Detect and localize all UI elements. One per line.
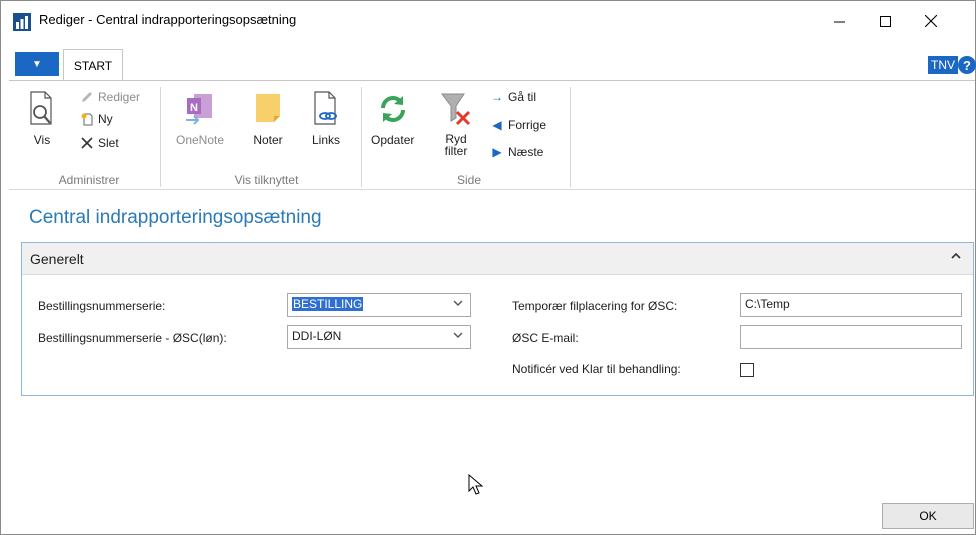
notificer-label: Notificér ved Klar til behandling:	[512, 362, 681, 376]
ribbon: Vis Rediger Ny Slet Administrer N OneNot…	[9, 80, 975, 190]
bestillingsnummerserie-select[interactable]: BESTILLING	[287, 293, 471, 317]
previous-arrow-icon: ◀	[492, 118, 502, 132]
temp-filplacering-input[interactable]: C:\Temp	[740, 293, 962, 317]
arrow-right-icon: →	[491, 90, 503, 104]
help-icon[interactable]: ?	[958, 56, 976, 74]
title-bar: Rediger - Central indrapporteringsopsætn…	[1, 1, 975, 41]
forrige-button[interactable]: ◀ Forrige	[489, 115, 546, 135]
rediger-label: Rediger	[98, 90, 141, 104]
ny-button[interactable]: Ny	[79, 109, 113, 129]
generelt-title: Generelt	[30, 251, 84, 267]
opdater-button[interactable]: Opdater	[371, 89, 414, 147]
refresh-icon	[376, 89, 410, 129]
links-label: Links	[311, 133, 340, 147]
group-label-administrer: Administrer	[58, 173, 120, 187]
dialog-window: Rediger - Central indrapporteringsopsætn…	[0, 0, 976, 535]
group-label-side: Side	[456, 173, 482, 187]
bestillingsnummerserie-osc-value: DDI-LØN	[292, 329, 342, 343]
slet-label: Slet	[98, 136, 119, 150]
ryd-filter-label-2: filter	[444, 144, 468, 158]
generelt-section: Generelt Bestillingsnummerserie: BESTILL…	[21, 242, 974, 396]
close-icon	[925, 15, 937, 27]
osc-email-label: ØSC E-mail:	[512, 331, 579, 345]
temp-filplacering-label: Temporær filplacering for ØSC:	[512, 299, 678, 313]
ny-label: Ny	[98, 112, 113, 126]
onenote-label: OneNote	[176, 133, 225, 147]
page-title: Central indrapporteringsopsætning	[29, 207, 322, 228]
noter-label: Noter	[253, 133, 283, 147]
app-chart-icon	[13, 13, 31, 31]
new-document-icon	[79, 111, 95, 127]
generelt-header[interactable]: Generelt	[22, 243, 973, 275]
clear-filter-icon	[439, 89, 473, 129]
group-separator	[361, 87, 362, 187]
view-document-icon	[25, 89, 59, 129]
ok-button[interactable]: OK	[882, 503, 974, 529]
pencil-icon	[79, 89, 95, 105]
noter-button[interactable]: Noter	[251, 89, 285, 147]
onenote-icon: N	[183, 89, 217, 129]
group-label-vis-tilknyttet: Vis tilknyttet	[234, 173, 299, 187]
svg-text:N: N	[190, 102, 198, 114]
next-arrow-icon: ▶	[492, 145, 502, 159]
naeste-button[interactable]: ▶ Næste	[489, 142, 543, 162]
bestillingsnummerserie-osc-select[interactable]: DDI-LØN	[287, 325, 471, 349]
file-menu-button[interactable]: ▼	[15, 52, 59, 76]
notificer-checkbox[interactable]	[740, 363, 754, 377]
chevron-up-icon[interactable]	[951, 251, 961, 263]
forrige-label: Forrige	[508, 118, 547, 132]
minimize-button[interactable]	[816, 1, 862, 41]
close-button[interactable]	[908, 1, 954, 41]
rediger-button[interactable]: Rediger	[79, 87, 140, 107]
maximize-button[interactable]	[862, 1, 908, 41]
dropdown-arrow-icon: ▼	[32, 58, 42, 70]
bestillingsnummerserie-value: BESTILLING	[292, 297, 364, 311]
opdater-label: Opdater	[371, 133, 415, 147]
gaa-til-button[interactable]: → Gå til	[489, 87, 536, 107]
user-badge[interactable]: TNV	[928, 56, 958, 74]
tab-start[interactable]: START	[63, 49, 123, 81]
onenote-button[interactable]: N OneNote	[176, 89, 224, 147]
bestillingsnummerserie-label: Bestillingsnummerserie:	[38, 299, 166, 313]
links-icon	[309, 89, 343, 129]
delete-x-icon	[79, 135, 95, 151]
maximize-icon	[879, 15, 891, 27]
osc-email-input[interactable]	[740, 325, 962, 349]
chevron-down-icon[interactable]	[453, 330, 463, 342]
group-separator	[160, 87, 161, 187]
vis-label: Vis	[33, 133, 51, 147]
window-title: Rediger - Central indrapporteringsopsætn…	[39, 12, 297, 27]
minimize-icon	[833, 21, 845, 22]
gaa-til-label: Gå til	[508, 90, 537, 104]
ryd-filter-button[interactable]: Ryd filter	[439, 89, 473, 157]
bestillingsnummerserie-osc-label: Bestillingsnummerserie - ØSC(løn):	[38, 331, 227, 345]
note-icon	[251, 89, 285, 129]
chevron-down-icon[interactable]	[453, 298, 463, 310]
mouse-pointer-icon	[468, 474, 484, 495]
group-separator	[570, 87, 571, 187]
vis-button[interactable]: Vis	[25, 89, 59, 147]
slet-button[interactable]: Slet	[79, 133, 119, 153]
naeste-label: Næste	[508, 145, 544, 159]
links-button[interactable]: Links	[309, 89, 343, 147]
